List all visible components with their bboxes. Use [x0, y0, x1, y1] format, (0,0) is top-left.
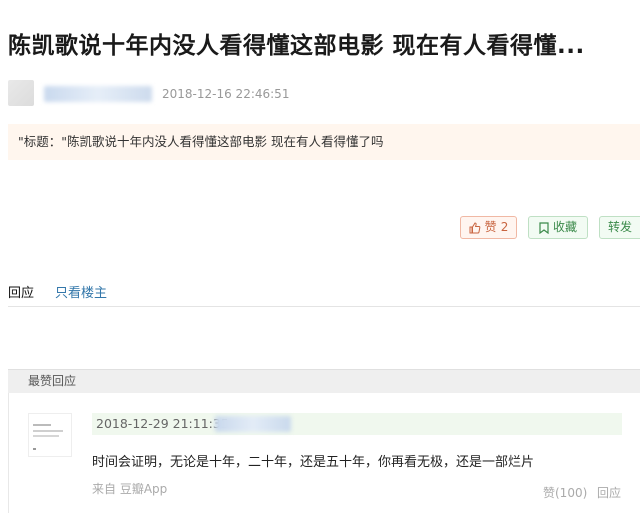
- post-quote: "标题："陈凯歌说十年内没人看得懂这部电影 现在有人看得懂了吗: [8, 124, 640, 160]
- reply-timestamp: 2018-12-29 21:11:35: [96, 416, 229, 431]
- tabs-divider: [8, 306, 640, 307]
- share-label: 转发: [608, 220, 633, 234]
- reply-text: 时间会证明，无论是十年，二十年，还是五十年，你再看无极，还是一部烂片: [92, 455, 535, 470]
- best-replies-header: 最赞回应: [8, 369, 640, 393]
- favorite-button[interactable]: 收藏: [528, 216, 588, 239]
- thumbs-up-icon: [469, 221, 481, 234]
- reply-username-blurred[interactable]: [215, 416, 291, 432]
- tab-op-only[interactable]: 只看楼主: [55, 282, 107, 301]
- author-avatar[interactable]: [8, 80, 34, 106]
- bookmark-icon: [539, 221, 549, 234]
- post-title: 陈凯歌说十年内没人看得懂这部电影 现在有人看得懂...: [8, 33, 585, 59]
- share-button[interactable]: 转发: [599, 216, 640, 239]
- reply-meta: 2018-12-29 21:11:35: [92, 413, 622, 435]
- reply-like-button[interactable]: 赞(100): [543, 484, 587, 501]
- like-label: 赞: [484, 220, 497, 234]
- reply-source: 来自 豆瓣App: [92, 482, 168, 496]
- reply-respond-button[interactable]: 回应: [597, 484, 621, 501]
- author-name-blurred[interactable]: [44, 86, 152, 102]
- post-timestamp: 2018-12-16 22:46:51: [162, 87, 290, 101]
- reply-avatar[interactable]: [28, 413, 72, 457]
- like-count: 2: [500, 220, 509, 234]
- like-button[interactable]: 赞 2: [460, 216, 517, 239]
- tab-reply[interactable]: 回应: [8, 282, 34, 301]
- favorite-label: 收藏: [552, 220, 577, 234]
